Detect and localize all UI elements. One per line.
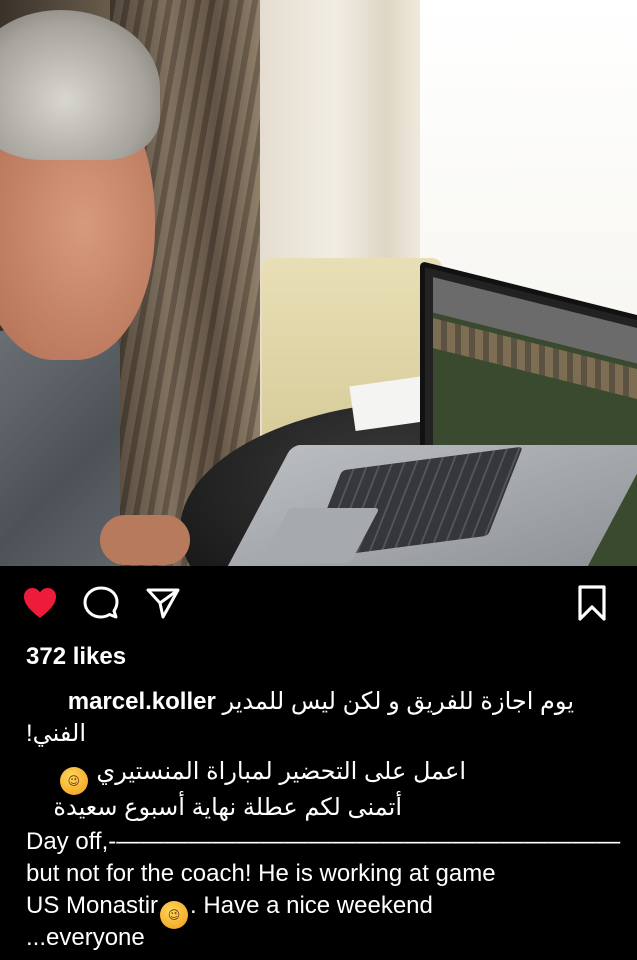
share-icon[interactable] [145, 586, 181, 620]
caption-english-text: Day off,-————————————————————— [26, 828, 621, 855]
post-photo[interactable] [0, 0, 637, 566]
caption-english-text: ...everyone [26, 924, 145, 951]
caption-line: Day off,-————————————————————— [26, 826, 620, 858]
caption-line: أتمنى لكم عطلة نهاية أسبوع سعيدة [26, 792, 402, 824]
caption-line: US Monastir 😉. Have a nice weekend [26, 890, 606, 929]
likes-count[interactable]: 372 likes [26, 643, 126, 671]
caption-arabic-text: أتمنى لكم عطلة نهاية أسبوع سعيدة [53, 794, 402, 821]
caption-line: يوم اجازة للفريق و لكن ليس للمدير marcel… [26, 686, 574, 718]
caption-english-text: but not for the coach! He is working at … [26, 860, 496, 887]
caption-line: الفني! [26, 718, 86, 750]
caption-english-text: . Have a nice weekend [190, 892, 433, 919]
caption-arabic-text: الفني! [25, 720, 86, 747]
comment-icon[interactable] [83, 585, 119, 621]
winking-face-emoji-icon: 😉 [59, 767, 88, 795]
person-arm [100, 515, 190, 565]
caption-line: اعمل على التحضير لمباراة المنستيري 😉 [26, 756, 466, 795]
caption-arabic-text: يوم اجازة للفريق و لكن ليس للمدير [222, 688, 575, 715]
caption-line: ...everyone [26, 922, 606, 954]
caption-line: but not for the coach! He is working at … [26, 858, 606, 890]
bookmark-icon[interactable] [575, 584, 609, 622]
caption-english-text: US Monastir [26, 892, 159, 919]
username-link[interactable]: marcel.koller [68, 688, 216, 715]
heart-icon[interactable] [22, 586, 58, 620]
post-action-bar [0, 566, 637, 636]
caption-arabic-text: اعمل على التحضير لمباراة المنستيري [96, 758, 466, 785]
